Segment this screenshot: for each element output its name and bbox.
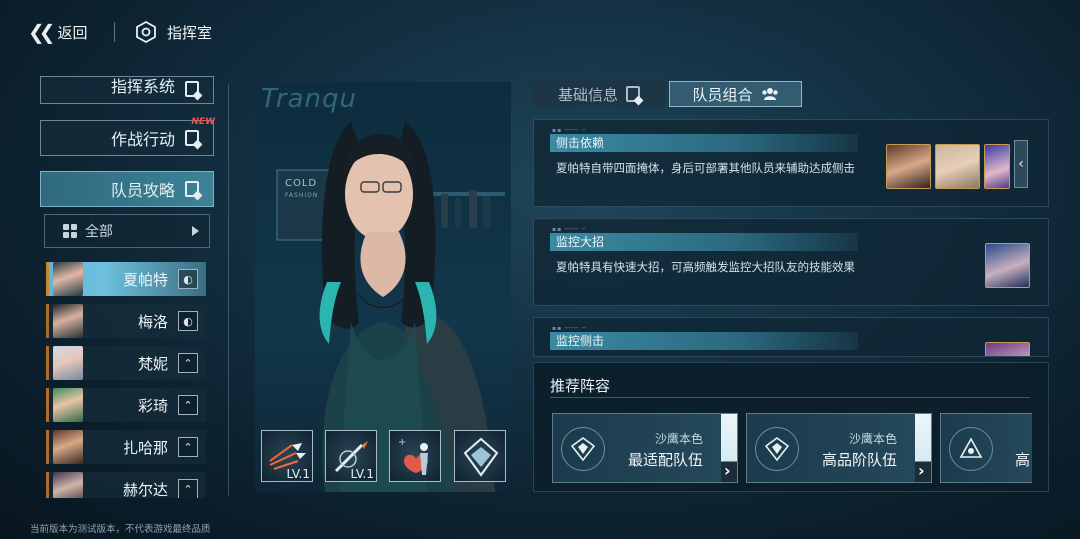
grid-icon — [63, 224, 77, 238]
avatar — [53, 262, 83, 296]
svg-text:+: + — [398, 437, 406, 448]
menu-label: 作战行动 — [110, 130, 175, 149]
skill-slot-2[interactable]: LV.1 — [325, 430, 377, 482]
avatar — [53, 472, 83, 498]
combo-title: 监控侧击 — [556, 334, 605, 348]
team-icon — [761, 88, 778, 100]
avatar — [985, 243, 1030, 288]
card-decoration: ▪▪ ─── ─ — [552, 127, 587, 134]
menu-label: 指挥系统 — [110, 77, 175, 96]
shield-icon: ◐ — [178, 311, 198, 331]
skill-level: LV.1 — [286, 467, 310, 481]
chevron-up-icon: ⌃ — [178, 395, 198, 415]
avatar — [53, 430, 83, 464]
character-item-zhahana[interactable]: 扎哈那 ⌃ — [46, 430, 206, 464]
combo-description: 夏帕特具有快速大招，可高频触发监控大招队友的技能效果 — [556, 260, 855, 274]
chevron-right-icon[interactable] — [721, 414, 737, 482]
combo-title: 监控大招 — [556, 235, 605, 249]
page-title-group: 指挥室 — [135, 18, 212, 46]
character-list[interactable]: 夏帕特 ◐ 梅洛 ◐ 梵妮 ⌃ 彩琦 ⌃ 扎哈那 ⌃ 赫尔达 ⌃ — [46, 262, 208, 498]
skill-slot-4[interactable] — [454, 430, 506, 482]
poster-text: FASHION — [285, 192, 319, 199]
command-room-icon — [136, 21, 156, 43]
lineup-subtitle: 沙鹰本色 — [654, 432, 703, 446]
menu-member-guide-button[interactable]: 队员攻略 — [40, 171, 214, 207]
character-name: 赫尔达 — [122, 480, 168, 499]
character-name: 扎哈那 — [122, 438, 168, 457]
chevron-left-icon: ‹ — [1018, 156, 1024, 172]
character-item-meiluo[interactable]: 梅洛 ◐ — [46, 304, 206, 338]
avatar — [935, 144, 980, 189]
eagle-emblem-icon — [561, 427, 605, 471]
filter-label: 全部 — [85, 224, 113, 240]
character-name: 梅洛 — [137, 312, 168, 331]
chevron-up-icon: ⌃ — [178, 353, 198, 373]
document-icon — [185, 181, 199, 197]
menu-operations-button[interactable]: NEW 作战行动 — [40, 117, 215, 156]
tab-label: 队员组合 — [692, 85, 753, 104]
document-icon — [626, 86, 640, 102]
avatar — [53, 346, 83, 380]
skill-slot-3[interactable]: + — [389, 430, 441, 482]
emblem-skill-icon — [463, 437, 499, 477]
section-divider — [550, 397, 1030, 398]
character-item-caiqi[interactable]: 彩琦 ⌃ — [46, 388, 206, 422]
combo-avatars-scroll-button[interactable]: ‹ — [1014, 140, 1028, 188]
combo-card-flank[interactable]: ▪▪ ─── ─ 侧击依赖 夏帕特自带四面掩体，身后可部署其他队员来辅助达成侧击 — [533, 119, 1049, 207]
card-decoration: ▪▪ ─── ─ — [552, 226, 587, 233]
double-chevron-left-icon: ❮❮ — [28, 20, 55, 44]
avatar — [985, 342, 1030, 356]
avatar — [984, 144, 1010, 189]
lineup-subtitle: 沙鹰本色 — [848, 432, 897, 446]
character-item-heerda[interactable]: 赫尔达 ⌃ — [46, 472, 206, 498]
eagle-emblem-icon — [755, 427, 799, 471]
document-icon — [185, 130, 199, 146]
test-version-notice: 当前版本为测试版本，不代表游戏最终品质 — [30, 524, 211, 535]
filter-dropdown[interactable]: 全部 — [44, 214, 210, 248]
page-title: 指挥室 — [167, 23, 213, 42]
character-name: 彩琦 — [137, 396, 168, 415]
combo-title: 侧击依赖 — [556, 136, 605, 150]
section-title: 推荐阵容 — [550, 377, 611, 395]
character-item-xiapate[interactable]: 夏帕特 ◐ — [46, 262, 206, 296]
menu-command-system-button[interactable]: 指挥系统 — [40, 76, 214, 104]
poster-text: COLD — [285, 178, 318, 189]
back-button[interactable]: ❮❮ 返回 — [28, 18, 88, 46]
lineup-card-best-fit[interactable]: 沙鹰本色 最适配队伍 — [552, 413, 738, 483]
shield-icon: ◐ — [178, 269, 198, 289]
skill-slot-1[interactable]: LV.1 — [261, 430, 313, 482]
lineup-card-partial[interactable]: 高 — [940, 413, 1032, 483]
character-item-fanni[interactable]: 梵妮 ⌃ — [46, 346, 206, 380]
avatar — [53, 304, 83, 338]
chevron-up-icon: ⌃ — [178, 479, 198, 498]
combo-card-ult[interactable]: ▪▪ ─── ─ 监控大招 夏帕特具有快速大招，可高频触发监控大招队友的技能效果 — [533, 218, 1049, 306]
triangle-right-icon — [192, 226, 199, 236]
menu-label: 队员攻略 — [110, 181, 175, 200]
combo-card-monitor-flank[interactable]: ▪▪ ─── ─ 监控侧击 — [533, 317, 1049, 357]
tab-team-combo[interactable]: 队员组合 — [669, 81, 802, 107]
avatar — [886, 144, 931, 189]
tab-label: 基础信息 — [557, 85, 618, 104]
card-decoration: ▪▪ ─── ─ — [552, 325, 587, 332]
chevron-right-icon[interactable] — [915, 414, 931, 482]
recommended-lineups: 推荐阵容 沙鹰本色 最适配队伍 沙鹰本色 高品阶队伍 高 — [533, 362, 1049, 492]
chevron-up-icon: ⌃ — [178, 437, 198, 457]
lineup-card-high-rank[interactable]: 沙鹰本色 高品阶队伍 — [746, 413, 932, 483]
document-icon — [185, 81, 199, 97]
tab-basic-info[interactable]: 基础信息 — [533, 81, 665, 107]
lineup-title: 高品阶队伍 — [821, 451, 897, 469]
support-skill-icon: + — [398, 437, 428, 475]
combo-description: 夏帕特自带四面掩体，身后可部署其他队员来辅助达成侧击 — [556, 161, 855, 175]
header-divider — [114, 22, 115, 42]
tri-emblem-icon — [949, 427, 993, 471]
lineup-title: 最适配队伍 — [627, 451, 703, 469]
panel-divider — [228, 84, 229, 496]
new-badge: NEW — [191, 117, 215, 127]
character-name: 梵妮 — [137, 354, 168, 373]
skill-level: LV.1 — [350, 467, 374, 481]
avatar — [53, 388, 83, 422]
back-label: 返回 — [57, 23, 88, 42]
lineup-title: 高 — [1014, 451, 1030, 469]
character-name: 夏帕特 — [122, 270, 168, 289]
